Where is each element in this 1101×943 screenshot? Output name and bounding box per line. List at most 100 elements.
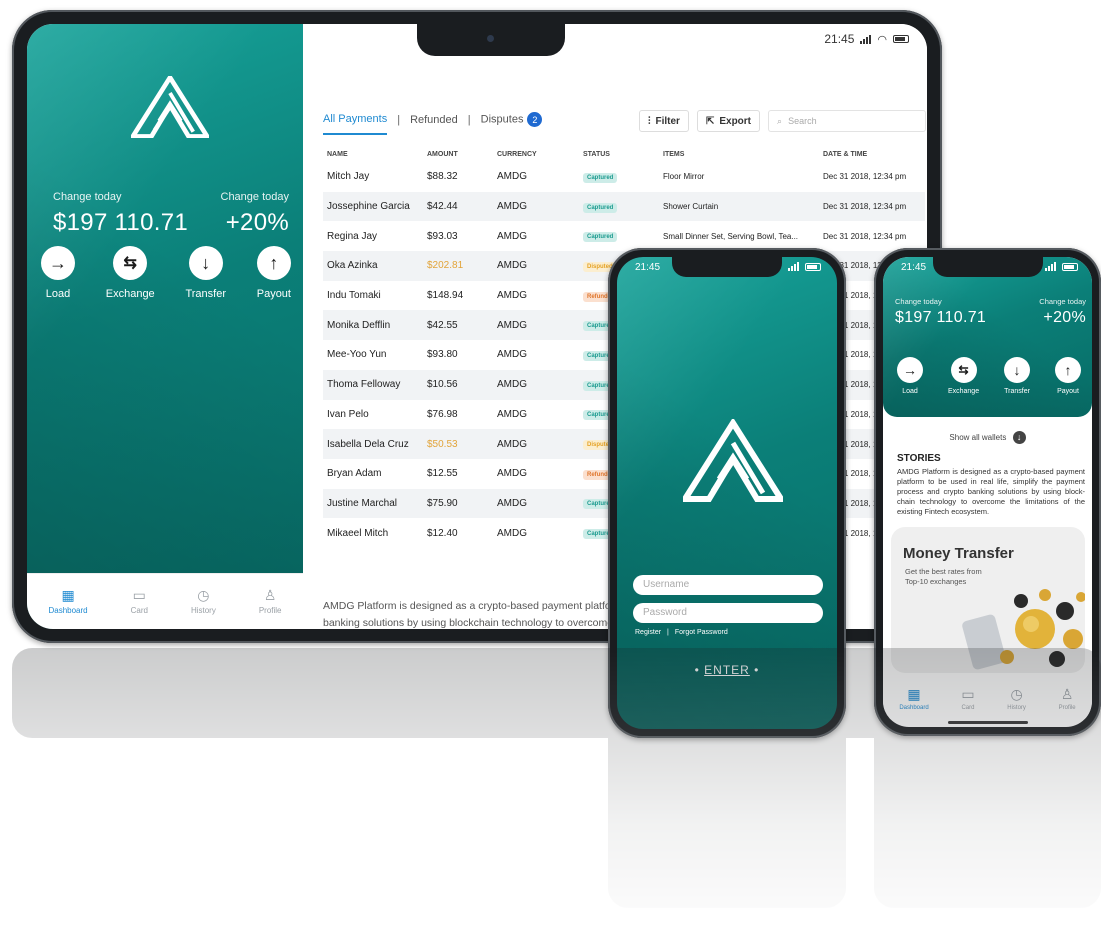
- cell-name: Justine Marchal: [323, 488, 423, 519]
- login-screen: 21:45 Username Password Register | Forgo…: [617, 257, 837, 729]
- tab-card[interactable]: ▭ Card: [131, 588, 148, 615]
- cell-currency: AMDG: [493, 369, 579, 400]
- transfer-button[interactable]: ↓ Transfer: [1004, 357, 1031, 395]
- cell-currency: AMDG: [497, 230, 527, 242]
- action-label: Transfer: [1004, 388, 1030, 395]
- export-button[interactable]: ⇱ Export: [696, 110, 761, 132]
- status-time: 21:45: [824, 32, 855, 46]
- cell-name: Oka Azinka: [323, 251, 423, 281]
- tab-card[interactable]: ▭ Card: [961, 687, 974, 711]
- table-header: NAME AMOUNT CURRENCY STATUS ITEMS DATE & TIME: [323, 146, 925, 162]
- tab-all-payments[interactable]: All Payments: [323, 113, 388, 135]
- battery-icon: [893, 35, 909, 43]
- history-icon: ◷: [197, 587, 210, 603]
- wallet-sidebar: Change today $197 110.71 Change today +2…: [27, 24, 303, 629]
- change-label: Change today: [895, 297, 942, 306]
- cell-name: Ivan Pelo: [327, 408, 369, 420]
- cell-currency: AMDG: [497, 290, 527, 302]
- cell-amount: $50.53: [423, 429, 493, 459]
- enter-button[interactable]: • ENTER •: [617, 663, 837, 677]
- tab-refunded[interactable]: Refunded: [410, 114, 458, 134]
- wallet-actions: → Load ⇆ Exchange ↓ Transfer ↑ Payout: [41, 246, 291, 300]
- dashboard-phone: 21:45 Change today $197 110.71 Change to…: [874, 248, 1101, 736]
- column-header[interactable]: NAME: [323, 146, 423, 162]
- tab-profile[interactable]: ♙ Profile: [259, 588, 282, 615]
- tab-profile[interactable]: ♙ Profile: [1059, 687, 1076, 711]
- cell-name: Thoma Felloway: [323, 369, 423, 400]
- balance-amount: $197 110.71: [895, 309, 987, 326]
- search-input[interactable]: ⌕ Search: [768, 110, 927, 132]
- cell-name: Mee-Yoo Yun: [327, 349, 387, 361]
- change-label: Change today: [53, 191, 122, 203]
- link-separator: |: [667, 629, 669, 636]
- cell-name: Mitch Jay: [327, 171, 370, 183]
- tab-history[interactable]: ◷ History: [191, 588, 216, 615]
- export-icon: ⇱: [705, 115, 715, 127]
- action-label: Exchange: [947, 388, 980, 395]
- transfer-button[interactable]: ↓ Transfer: [185, 246, 226, 300]
- cell-name: Indu Tomaki: [327, 290, 381, 302]
- show-all-wallets-link[interactable]: Show all wallets ↓: [883, 431, 1092, 444]
- cell-date: Dec 31 2018, 12:34 pm: [823, 172, 907, 182]
- cell-amount: $12.55: [427, 468, 458, 480]
- show-wallets-label: Show all wallets: [949, 433, 1007, 442]
- username-field[interactable]: Username: [633, 575, 823, 595]
- table-toolbar: ⫶ Filter ⇱ Export ⌕ Search: [639, 110, 927, 132]
- tab-dashboard[interactable]: ▦ Dashboard: [899, 687, 928, 711]
- table-row[interactable]: Jossephine Garcia $42.44 AMDG Captured Showe…: [323, 191, 925, 222]
- forgot-password-link[interactable]: Forgot Password: [675, 629, 728, 636]
- signal-icon: [788, 262, 799, 271]
- status-badge: Captured: [583, 202, 618, 213]
- wallet-balance: Change today $197 110.71: [895, 297, 986, 327]
- cell-items: Floor Mirror: [663, 172, 705, 182]
- cell-currency: AMDG: [497, 527, 527, 539]
- amdg-logo: [131, 76, 209, 138]
- exchange-button[interactable]: ⇆ Exchange: [106, 246, 155, 300]
- cell-amount: $12.40: [427, 527, 458, 539]
- export-label: Export: [719, 115, 752, 127]
- load-button[interactable]: → Load: [41, 246, 75, 300]
- payout-button[interactable]: ↑ Payout: [257, 246, 291, 300]
- table-row[interactable]: Regina Jay $93.03 AMDG Captured Small Dinner…: [323, 221, 925, 251]
- payout-button[interactable]: ↑ Payout: [1055, 357, 1081, 395]
- exchange-icon: ⇆: [950, 357, 977, 383]
- cell-currency: AMDG: [497, 408, 527, 420]
- cell-name: Isabella Dela Cruz: [323, 429, 423, 459]
- money-transfer-card[interactable]: Money Transfer Get the best rates from T…: [891, 527, 1085, 673]
- chevron-down-icon: ↓: [1012, 431, 1026, 444]
- tab-disputes[interactable]: Disputes 2: [481, 112, 543, 135]
- status-bar: 21:45: [635, 262, 660, 273]
- cell-name: Jossephine Garcia: [323, 191, 423, 222]
- cell-amount: $148.94: [427, 290, 464, 302]
- cell-status: Captured: [579, 221, 659, 251]
- tab-separator: |: [467, 113, 471, 126]
- load-button[interactable]: → Load: [897, 357, 923, 395]
- password-field[interactable]: Password: [633, 603, 823, 623]
- stories-title: STORIES: [897, 453, 941, 464]
- tab-label: Profile: [1058, 705, 1076, 711]
- register-link[interactable]: Register: [635, 629, 661, 636]
- column-header[interactable]: CURRENCY: [493, 146, 579, 162]
- tab-label: History: [190, 606, 216, 615]
- table-row[interactable]: Mitch Jay $88.32 AMDG Captured Floor Mirror D…: [323, 162, 925, 192]
- column-header[interactable]: ITEMS: [659, 146, 819, 162]
- exchange-button[interactable]: ⇆ Exchange: [948, 357, 979, 395]
- column-header[interactable]: AMOUNT: [423, 146, 493, 162]
- wallet-actions: → Load ⇆ Exchange ↓ Transfer ↑ Payout: [897, 357, 1081, 395]
- column-header[interactable]: DATE & TIME: [819, 146, 925, 162]
- action-label: Load: [902, 388, 918, 395]
- tab-label: History: [1007, 705, 1026, 711]
- login-phone: 21:45 Username Password Register | Forgo…: [608, 248, 846, 738]
- card-icon: ▭: [961, 686, 975, 702]
- tab-dashboard[interactable]: ▦ Dashboard: [48, 588, 87, 615]
- promo-line: Get the best rates from: [905, 567, 982, 576]
- filter-label: Filter: [655, 115, 680, 127]
- tab-history[interactable]: ◷ History: [1007, 687, 1026, 711]
- column-header[interactable]: STATUS: [579, 146, 659, 162]
- cell-currency: AMDG: [493, 429, 579, 459]
- filter-button[interactable]: ⫶ Filter: [639, 110, 689, 132]
- search-icon: ⌕: [777, 115, 783, 126]
- tab-label: Profile: [258, 606, 282, 615]
- arrow-down-icon: ↓: [1004, 357, 1031, 383]
- tab-label: Dashboard: [899, 705, 929, 711]
